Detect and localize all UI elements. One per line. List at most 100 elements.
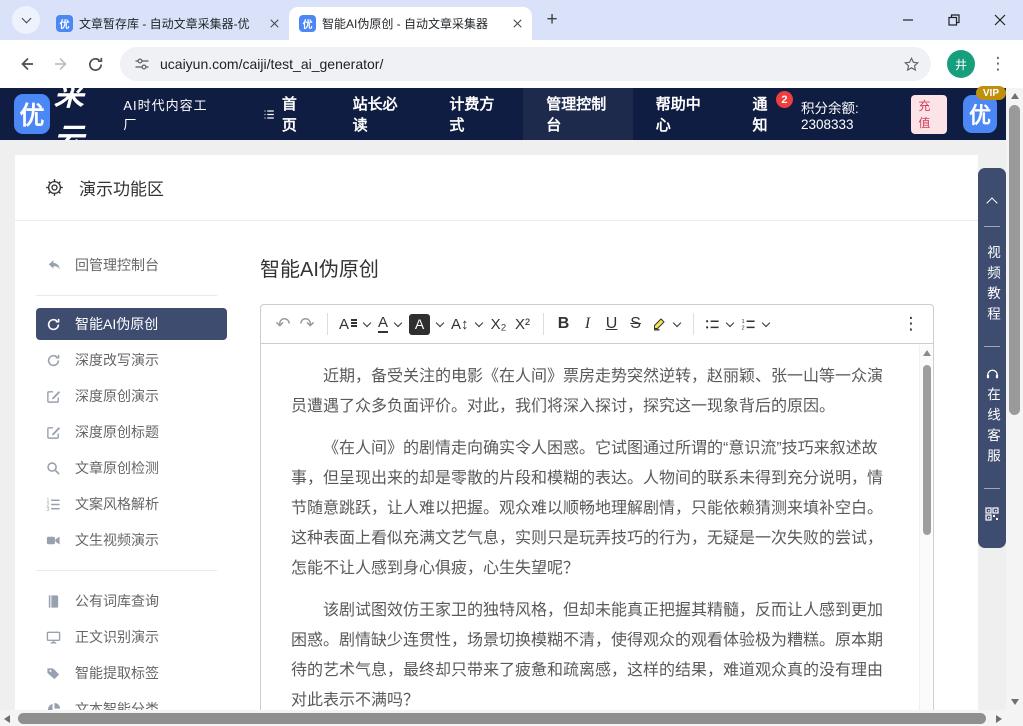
subscript-button[interactable]: X₂ [487, 310, 511, 338]
sidebar-item-public-lexicon[interactable]: 公有词库查询 [36, 583, 227, 619]
sidebar-item-body-detection[interactable]: 正文识别演示 [36, 619, 227, 655]
redo-button[interactable]: ↷ [295, 310, 319, 338]
nav-item-label: 管理控制台 [546, 93, 610, 135]
scroll-left-arrow-icon[interactable] [4, 715, 10, 723]
user-avatar[interactable]: 优 VIP [963, 95, 997, 133]
sidebar-divider [36, 570, 217, 571]
sidebar-item-style-analysis[interactable]: 123 文案风格解析 [36, 486, 227, 522]
nav-item-label: 首页 [282, 93, 307, 135]
sidebar-item-deep-rewrite[interactable]: 深度改写演示 [36, 342, 227, 378]
editor-content[interactable]: 近期，备受关注的电影《在人间》票房走势突然逆转，赵丽颖、张一山等一众演员遭遇了众… [261, 344, 933, 710]
font-size-lines-icon [351, 319, 357, 321]
browser-tab-active[interactable]: 优 智能AI伪原创 - 自动文章采集器 [289, 7, 532, 40]
chevron-down-icon [394, 319, 402, 327]
sidebar-item-label: 回管理控制台 [75, 255, 159, 275]
editor-scrollbar-thumb[interactable] [923, 365, 931, 535]
browser-tab-inactive[interactable]: 优 文章暂存库 - 自动文章采集器-优 [46, 7, 289, 40]
tab-close-icon[interactable] [266, 15, 283, 32]
horizontal-scrollbar-thumb[interactable] [18, 713, 986, 724]
nav-item-console[interactable]: 管理控制台 [523, 88, 633, 140]
notification-badge: 2 [776, 91, 793, 108]
page-vertical-scrollbar[interactable] [1006, 88, 1023, 710]
editor-scrollbar[interactable] [919, 345, 932, 710]
close-window-button[interactable] [977, 0, 1023, 40]
browser-profile-avatar[interactable]: 井 [947, 50, 975, 78]
back-button[interactable] [10, 47, 44, 81]
url-text[interactable]: ucaiyun.com/caiji/test_ai_generator/ [160, 56, 897, 72]
strikethrough-button[interactable]: S [624, 310, 648, 338]
site-favicon: 优 [299, 15, 316, 32]
qr-code-icon[interactable] [985, 507, 999, 521]
chevron-down-icon [672, 319, 680, 327]
nav-item-home[interactable]: 首页 [240, 88, 330, 140]
gear-icon [45, 178, 64, 197]
restore-button[interactable] [931, 0, 977, 40]
sidebar-item-ai-rewrite[interactable]: 智能AI伪原创 [36, 308, 227, 340]
chevron-down-icon [725, 319, 733, 327]
font-size-button[interactable]: A [336, 310, 375, 338]
address-bar[interactable]: ucaiyun.com/caiji/test_ai_generator/ [120, 47, 931, 81]
font-background-button[interactable]: A [406, 310, 448, 338]
bulleted-list-button[interactable] [702, 310, 738, 338]
rich-text-editor: ↶ ↷ A A A A↕ X₂ X² B I U S [260, 304, 934, 710]
video-tutorial-button[interactable]: 视频教程 [982, 245, 1002, 327]
toolbar-more-button[interactable]: ⋮ [899, 310, 923, 338]
nav-item-label: 站长必读 [353, 93, 404, 135]
scroll-right-arrow-icon[interactable] [996, 715, 1002, 723]
site-settings-icon[interactable] [134, 56, 150, 72]
sidebar-back-to-console[interactable]: 回管理控制台 [36, 247, 227, 283]
chevron-up-icon[interactable] [986, 197, 997, 208]
sidebar-item-label: 文生视频演示 [75, 530, 159, 550]
new-tab-button[interactable]: + [538, 6, 566, 34]
online-service-label: 在线客服 [982, 387, 1002, 469]
recharge-button[interactable]: 充值 [911, 95, 947, 134]
bookmark-star-icon[interactable] [897, 50, 925, 78]
chevron-down-icon [363, 319, 371, 327]
edit-icon [46, 425, 62, 440]
sidebar-item-text-to-video[interactable]: 文生视频演示 [36, 522, 227, 558]
online-service-button[interactable]: 在线客服 [982, 366, 1002, 469]
nav-item-notifications[interactable]: 通知 2 [730, 88, 801, 140]
font-color-button[interactable]: A [375, 310, 406, 338]
sidebar-item-label: 文案风格解析 [75, 494, 159, 514]
nav-item-pricing[interactable]: 计费方式 [426, 88, 523, 140]
browser-menu-icon[interactable]: ⋮ [983, 54, 1013, 74]
underline-button[interactable]: U [600, 310, 624, 338]
italic-button[interactable]: I [576, 310, 600, 338]
tab-search-button[interactable] [12, 6, 40, 34]
window-controls [885, 0, 1023, 40]
sidebar-item-label: 深度原创标题 [75, 422, 159, 442]
superscript-button[interactable]: X² [511, 310, 535, 338]
svg-text:2: 2 [741, 325, 744, 331]
vertical-scrollbar-thumb[interactable] [1009, 105, 1020, 415]
site-logo[interactable]: 优 采云 AI时代内容工厂 [14, 88, 240, 140]
line-height-button[interactable]: A↕ [448, 310, 487, 338]
tab-close-icon[interactable] [509, 15, 526, 32]
card-header: 演示功能区 [15, 155, 978, 221]
sidebar-item-label: 正文识别演示 [75, 627, 159, 647]
panel-divider [984, 346, 1000, 347]
tab-title: 智能AI伪原创 - 自动文章采集器 [322, 15, 503, 32]
panel-divider [984, 488, 1000, 489]
scroll-up-arrow-icon[interactable] [1011, 93, 1019, 99]
undo-button[interactable]: ↶ [271, 310, 295, 338]
nav-item-help[interactable]: 帮助中心 [633, 88, 730, 140]
nav-item-must-read[interactable]: 站长必读 [330, 88, 427, 140]
minimize-button[interactable] [885, 0, 931, 40]
bold-button[interactable]: B [552, 310, 576, 338]
navbar-right: 积分余额: 2308333 充值 优 VIP [801, 88, 1023, 140]
scroll-up-arrow-icon[interactable] [923, 350, 931, 356]
svg-text:1: 1 [741, 319, 744, 325]
highlight-button[interactable] [648, 310, 685, 338]
page-horizontal-scrollbar[interactable] [0, 710, 1006, 726]
numbered-list-button[interactable]: 12 [738, 310, 774, 338]
return-arrow-icon [46, 257, 62, 273]
sidebar-item-deep-original[interactable]: 深度原创演示 [36, 378, 227, 414]
sidebar-item-deep-original-title[interactable]: 深度原创标题 [36, 414, 227, 450]
sidebar-item-text-classification[interactable]: 文本智能分类 [36, 691, 227, 710]
sidebar-item-extract-tags[interactable]: 智能提取标签 [36, 655, 227, 691]
tab-title: 文章暂存库 - 自动文章采集器-优 [79, 15, 260, 32]
scroll-down-arrow-icon[interactable] [1011, 699, 1019, 705]
sidebar-item-originality-check[interactable]: 文章原创检测 [36, 450, 227, 486]
demo-card: 演示功能区 回管理控制台 智能AI伪原创 深度改写演示 [15, 155, 978, 710]
